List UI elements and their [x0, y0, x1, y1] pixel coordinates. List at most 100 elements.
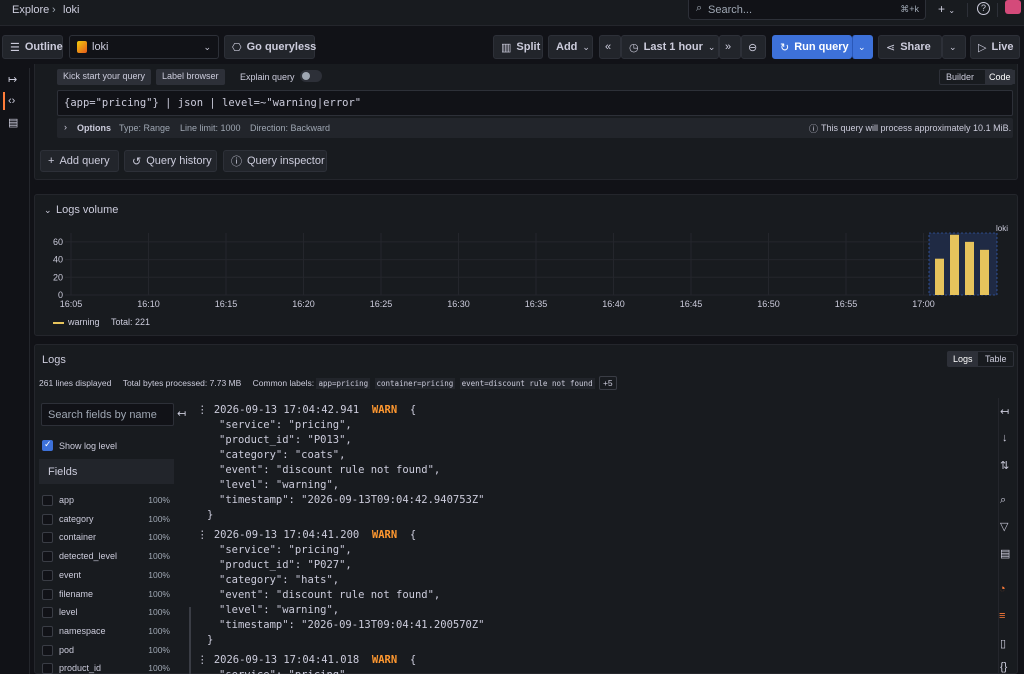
- logs-view-tab[interactable]: Logs: [948, 352, 978, 366]
- explain-query-toggle[interactable]: [300, 70, 322, 82]
- prettify-icon[interactable]: ▯: [1000, 637, 1006, 650]
- builder-tab[interactable]: Builder: [946, 72, 974, 82]
- more-labels-button[interactable]: +5: [598, 376, 617, 390]
- datasource-picker[interactable]: loki ⌄: [69, 35, 219, 59]
- field-row[interactable]: level 100%: [41, 605, 174, 621]
- field-search-input[interactable]: Search fields by name: [41, 403, 174, 426]
- breadcrumb-explore[interactable]: Explore: [12, 4, 49, 16]
- field-percent: 100%: [148, 532, 170, 543]
- common-label-chip: event=discount rule not found: [459, 378, 595, 389]
- wrap-lines-icon[interactable]: ≡: [999, 610, 1005, 622]
- volume-bar[interactable]: [965, 241, 974, 295]
- field-row[interactable]: filename 100%: [41, 587, 174, 603]
- play-icon: ▷: [978, 41, 987, 54]
- time-range-picker[interactable]: ◷ Last 1 hour ⌄: [621, 35, 719, 59]
- run-query-button[interactable]: ↻ Run query: [772, 35, 852, 59]
- chevron-down-icon: ⌄: [203, 41, 211, 52]
- help-icon[interactable]: ?: [977, 2, 990, 15]
- volume-bar[interactable]: [935, 258, 944, 295]
- collapse-controls-icon[interactable]: ↤: [1000, 405, 1009, 418]
- logs-icon[interactable]: ▤: [8, 116, 18, 129]
- show-time-icon[interactable]: ◔: [999, 583, 1006, 595]
- field-row[interactable]: product_id 100%: [41, 661, 174, 674]
- query-history-label: Query history: [146, 155, 212, 167]
- json-icon[interactable]: {}: [1000, 661, 1007, 673]
- breadcrumb-loki: loki: [63, 4, 80, 16]
- search-input[interactable]: ⌕ Search... ⌘+k: [688, 0, 926, 20]
- chevron-right-icon: ›: [64, 122, 67, 132]
- scrollbar-thumb[interactable]: [189, 607, 191, 674]
- field-checkbox[interactable]: [42, 513, 53, 525]
- run-query-dropdown[interactable]: ⌄: [852, 35, 873, 59]
- query-history-button[interactable]: ↺ Query history: [124, 150, 217, 172]
- split-label: Split: [516, 41, 541, 53]
- query-inspector-button[interactable]: ⓘ Query inspector: [223, 150, 327, 172]
- active-indicator: [3, 92, 5, 110]
- code-icon[interactable]: ‹›: [8, 95, 15, 107]
- field-checkbox[interactable]: [42, 532, 53, 544]
- field-checkbox[interactable]: [42, 495, 53, 506]
- outline-button[interactable]: ☰ Outline: [2, 35, 63, 59]
- search-logs-icon[interactable]: ⌕: [1000, 494, 1006, 507]
- download-logs-icon[interactable]: ▤: [1000, 547, 1010, 560]
- field-percent: 100%: [148, 625, 170, 636]
- scroll-bottom-icon[interactable]: ↓: [1002, 432, 1008, 444]
- share-dropdown[interactable]: ⌄: [942, 35, 966, 59]
- collapse-sidebar-icon[interactable]: ↤: [177, 407, 186, 420]
- filter-levels-icon[interactable]: ▽: [1000, 520, 1008, 533]
- field-percent: 100%: [148, 663, 170, 674]
- field-checkbox[interactable]: [42, 569, 53, 581]
- log-menu-icon[interactable]: ⋮: [197, 404, 214, 416]
- log-line-header[interactable]: ⋮ 2026-09-13 17:04:42.941 WARN {: [197, 404, 416, 416]
- split-button[interactable]: ▥ Split: [493, 35, 543, 59]
- dock-icon[interactable]: ↦: [8, 73, 17, 86]
- go-queryless-button[interactable]: ⎔ Go queryless: [224, 35, 316, 59]
- avatar[interactable]: [1005, 0, 1021, 14]
- log-menu-icon[interactable]: ⋮: [197, 654, 214, 666]
- field-name: level: [59, 607, 78, 618]
- volume-bar[interactable]: [950, 234, 959, 295]
- field-checkbox[interactable]: [42, 551, 53, 563]
- log-body-line: "product_id": "P027",: [219, 559, 352, 571]
- field-row[interactable]: app 100%: [41, 493, 174, 509]
- live-button[interactable]: ▷ Live: [970, 35, 1020, 59]
- search-icon: ⌕: [696, 2, 703, 14]
- field-checkbox[interactable]: [42, 625, 53, 637]
- code-tab[interactable]: Code: [985, 70, 1015, 84]
- log-line-header[interactable]: ⋮ 2026-09-13 17:04:41.018 WARN {: [197, 654, 416, 666]
- field-row[interactable]: detected_level 100%: [41, 549, 174, 565]
- label-browser-button[interactable]: Label browser: [156, 69, 225, 85]
- sort-order-icon[interactable]: ⇅: [1000, 459, 1009, 472]
- log-menu-icon[interactable]: ⋮: [197, 529, 214, 541]
- query-inspector-label: Query inspector: [247, 155, 325, 167]
- kickstart-button[interactable]: Kick start your query: [57, 69, 152, 85]
- field-row[interactable]: container 100%: [41, 530, 174, 546]
- datasource-name: loki: [92, 41, 109, 53]
- options-direction: Direction: Backward: [250, 123, 331, 133]
- volume-bar[interactable]: [980, 249, 989, 295]
- table-view-tab[interactable]: Table: [985, 354, 1007, 364]
- plus-icon[interactable]: + ⌄: [938, 2, 955, 16]
- zoom-out-button[interactable]: ⊖: [741, 35, 766, 59]
- y-tick-label: 40: [53, 255, 63, 265]
- field-row[interactable]: namespace 100%: [41, 624, 174, 640]
- log-line-header[interactable]: ⋮ 2026-09-13 17:04:41.200 WARN {: [197, 529, 416, 541]
- field-row[interactable]: event 100%: [41, 568, 174, 584]
- field-checkbox[interactable]: [42, 663, 53, 674]
- query-code-editor[interactable]: {app="pricing"} | json | level=~"warning…: [57, 90, 1013, 116]
- field-checkbox[interactable]: [42, 588, 53, 600]
- show-log-level-checkbox[interactable]: [42, 439, 53, 451]
- field-row[interactable]: category 100%: [41, 512, 174, 528]
- log-level: WARN: [371, 529, 398, 541]
- add-query-button[interactable]: + Add query: [40, 150, 119, 172]
- time-back-button[interactable]: «: [599, 35, 621, 59]
- share-button[interactable]: ⋖ Share: [878, 35, 942, 59]
- field-checkbox[interactable]: [42, 644, 53, 656]
- add-button[interactable]: Add ⌄: [548, 35, 593, 59]
- field-checkbox[interactable]: [42, 607, 53, 619]
- field-row[interactable]: pod 100%: [41, 643, 174, 659]
- field-name: app: [59, 495, 75, 505]
- legend-series[interactable]: warning: [68, 317, 100, 327]
- query-options-row[interactable]: › Options Type: Range Line limit: 1000 D…: [57, 118, 1013, 138]
- time-forward-button[interactable]: »: [719, 35, 741, 59]
